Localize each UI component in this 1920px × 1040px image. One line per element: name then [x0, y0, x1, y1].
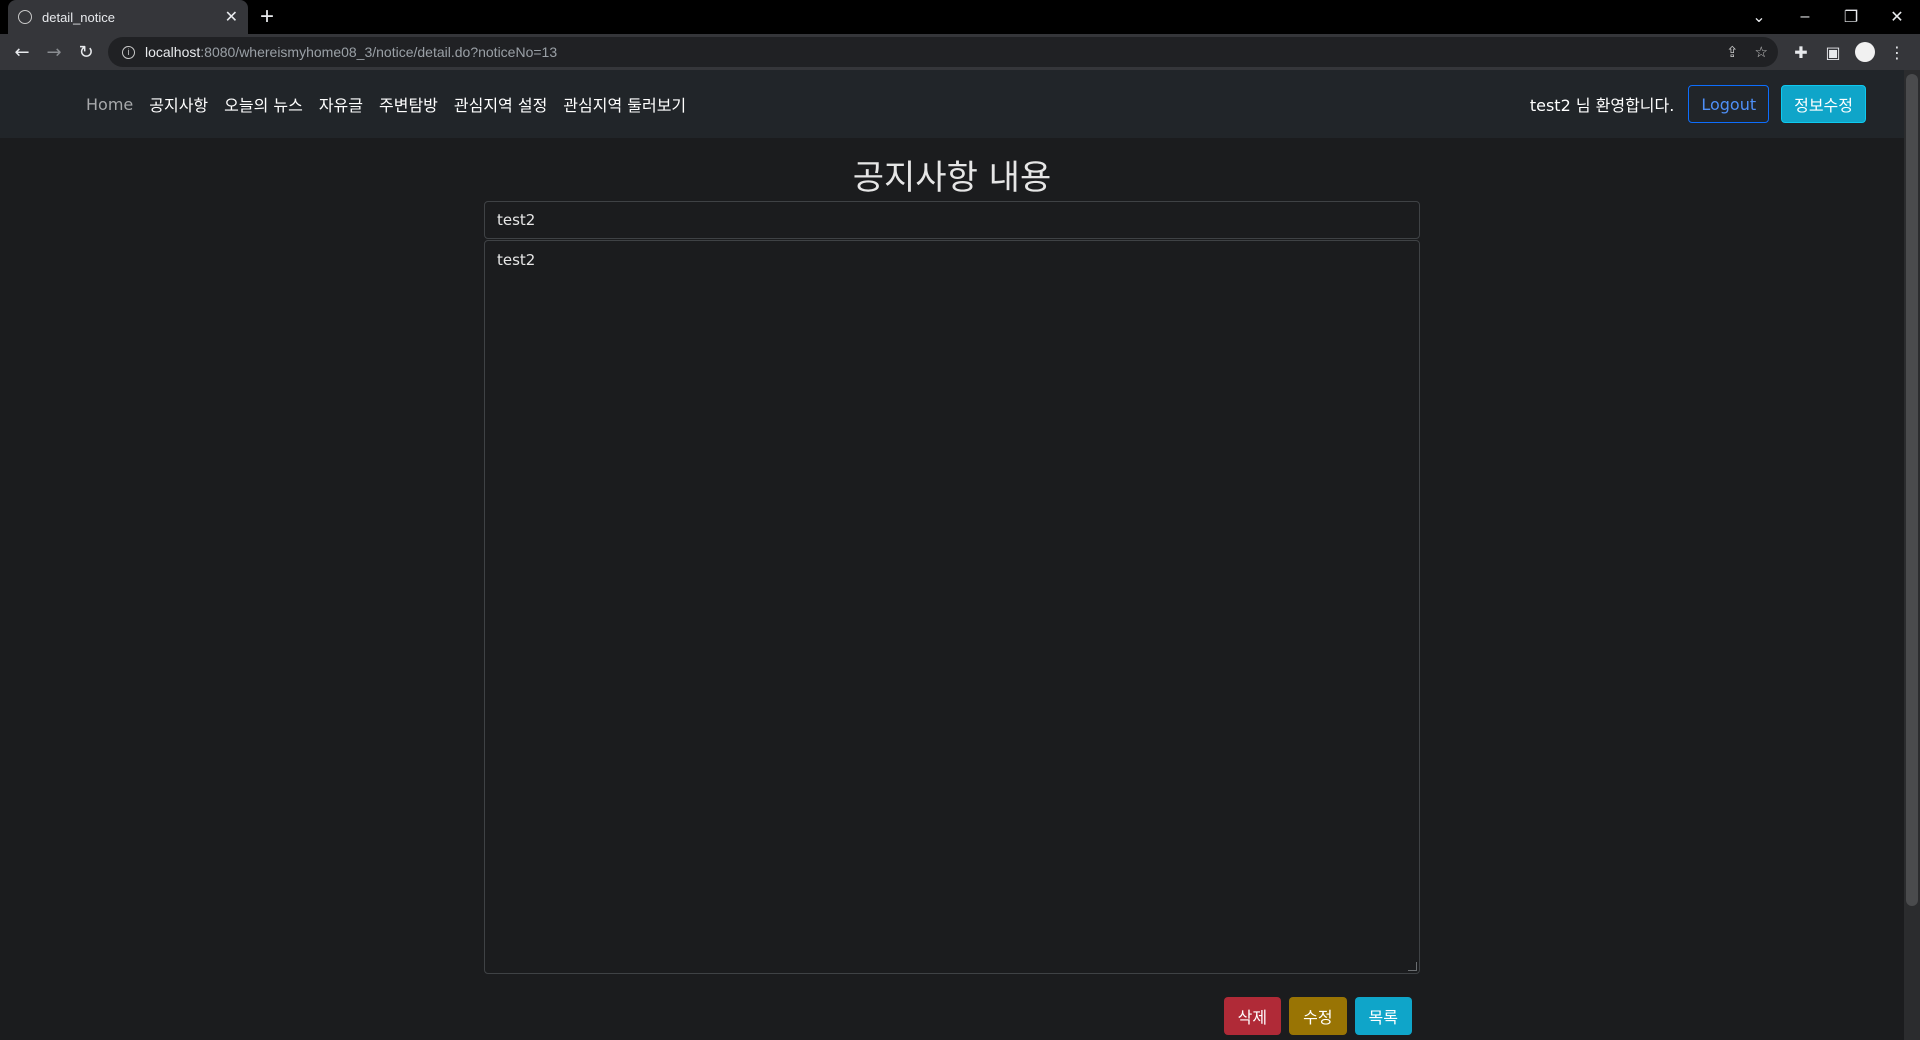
nav-link-interest-browse[interactable]: 관심지역 둘러보기: [555, 92, 694, 116]
close-tab-icon[interactable]: ✕: [225, 7, 238, 27]
forward-icon[interactable]: →: [40, 34, 68, 70]
logout-button[interactable]: Logout: [1688, 85, 1770, 123]
new-tab-icon[interactable]: +: [260, 4, 274, 30]
browser-tab[interactable]: detail_notice ✕: [8, 0, 248, 34]
nav-link-explore[interactable]: 주변탐방: [371, 92, 446, 116]
close-window-icon[interactable]: ✕: [1874, 0, 1920, 34]
notice-title-value: test2: [497, 211, 536, 229]
site-info-icon[interactable]: i: [122, 45, 135, 59]
browser-toolbar: ← → ↻ i localhost:8080/whereismyhome08_3…: [0, 34, 1920, 70]
profile-avatar[interactable]: [1850, 34, 1880, 70]
globe-icon: [18, 10, 32, 24]
tab-search-icon[interactable]: ⌄: [1736, 0, 1782, 34]
menu-kebab-icon[interactable]: ⋮: [1882, 34, 1912, 70]
action-buttons: 삭제 수정 목록: [1223, 997, 1412, 1035]
modify-button[interactable]: 수정: [1289, 997, 1347, 1035]
welcome-text: test2 님 환영합니다.: [1529, 96, 1675, 115]
site-navbar: Home 공지사항 오늘의 뉴스 자유글 주변탐방 관심지역 설정 관심지역 둘…: [0, 70, 1904, 138]
tab-title: detail_notice: [42, 9, 115, 25]
edit-profile-button[interactable]: 정보수정: [1781, 85, 1866, 123]
address-bar[interactable]: i localhost:8080/whereismyhome08_3/notic…: [108, 37, 1778, 67]
notice-content-textarea[interactable]: test2: [484, 240, 1420, 974]
resize-handle-icon[interactable]: [1408, 962, 1417, 971]
url-path: :8080/whereismyhome08_3/notice/detail.do…: [200, 44, 558, 60]
side-panel-icon[interactable]: ▣: [1818, 34, 1848, 70]
url-host: localhost: [145, 44, 201, 60]
nav-link-news[interactable]: 오늘의 뉴스: [216, 92, 311, 116]
delete-button[interactable]: 삭제: [1223, 997, 1282, 1035]
restore-icon[interactable]: ❐: [1828, 0, 1874, 34]
nav-links: Home 공지사항 오늘의 뉴스 자유글 주변탐방 관심지역 설정 관심지역 둘…: [78, 70, 694, 138]
nav-user-area: test2 님 환영합니다. Logout 정보수정: [1530, 70, 1866, 138]
bookmark-star-icon[interactable]: ☆: [1755, 43, 1768, 61]
back-icon[interactable]: ←: [8, 34, 36, 70]
browser-tabstrip: detail_notice ✕ + ⌄ – ❐ ✕: [0, 0, 1920, 34]
extensions-icon[interactable]: ✚: [1786, 34, 1816, 70]
minimize-icon[interactable]: –: [1782, 0, 1828, 34]
share-icon[interactable]: ⇪: [1726, 43, 1739, 61]
page-title: 공지사항 내용: [852, 158, 1052, 198]
notice-title-field[interactable]: test2: [484, 201, 1420, 239]
nav-link-board[interactable]: 자유글: [311, 92, 371, 116]
notice-content-value: test2: [497, 251, 536, 269]
scrollbar-thumb[interactable]: [1906, 74, 1918, 906]
reload-icon[interactable]: ↻: [72, 34, 100, 70]
list-button[interactable]: 목록: [1354, 997, 1412, 1035]
nav-link-notice[interactable]: 공지사항: [141, 92, 216, 116]
nav-link-home[interactable]: Home: [78, 95, 141, 114]
page: Home 공지사항 오늘의 뉴스 자유글 주변탐방 관심지역 설정 관심지역 둘…: [0, 70, 1904, 1040]
nav-link-interest-setting[interactable]: 관심지역 설정: [446, 92, 555, 116]
